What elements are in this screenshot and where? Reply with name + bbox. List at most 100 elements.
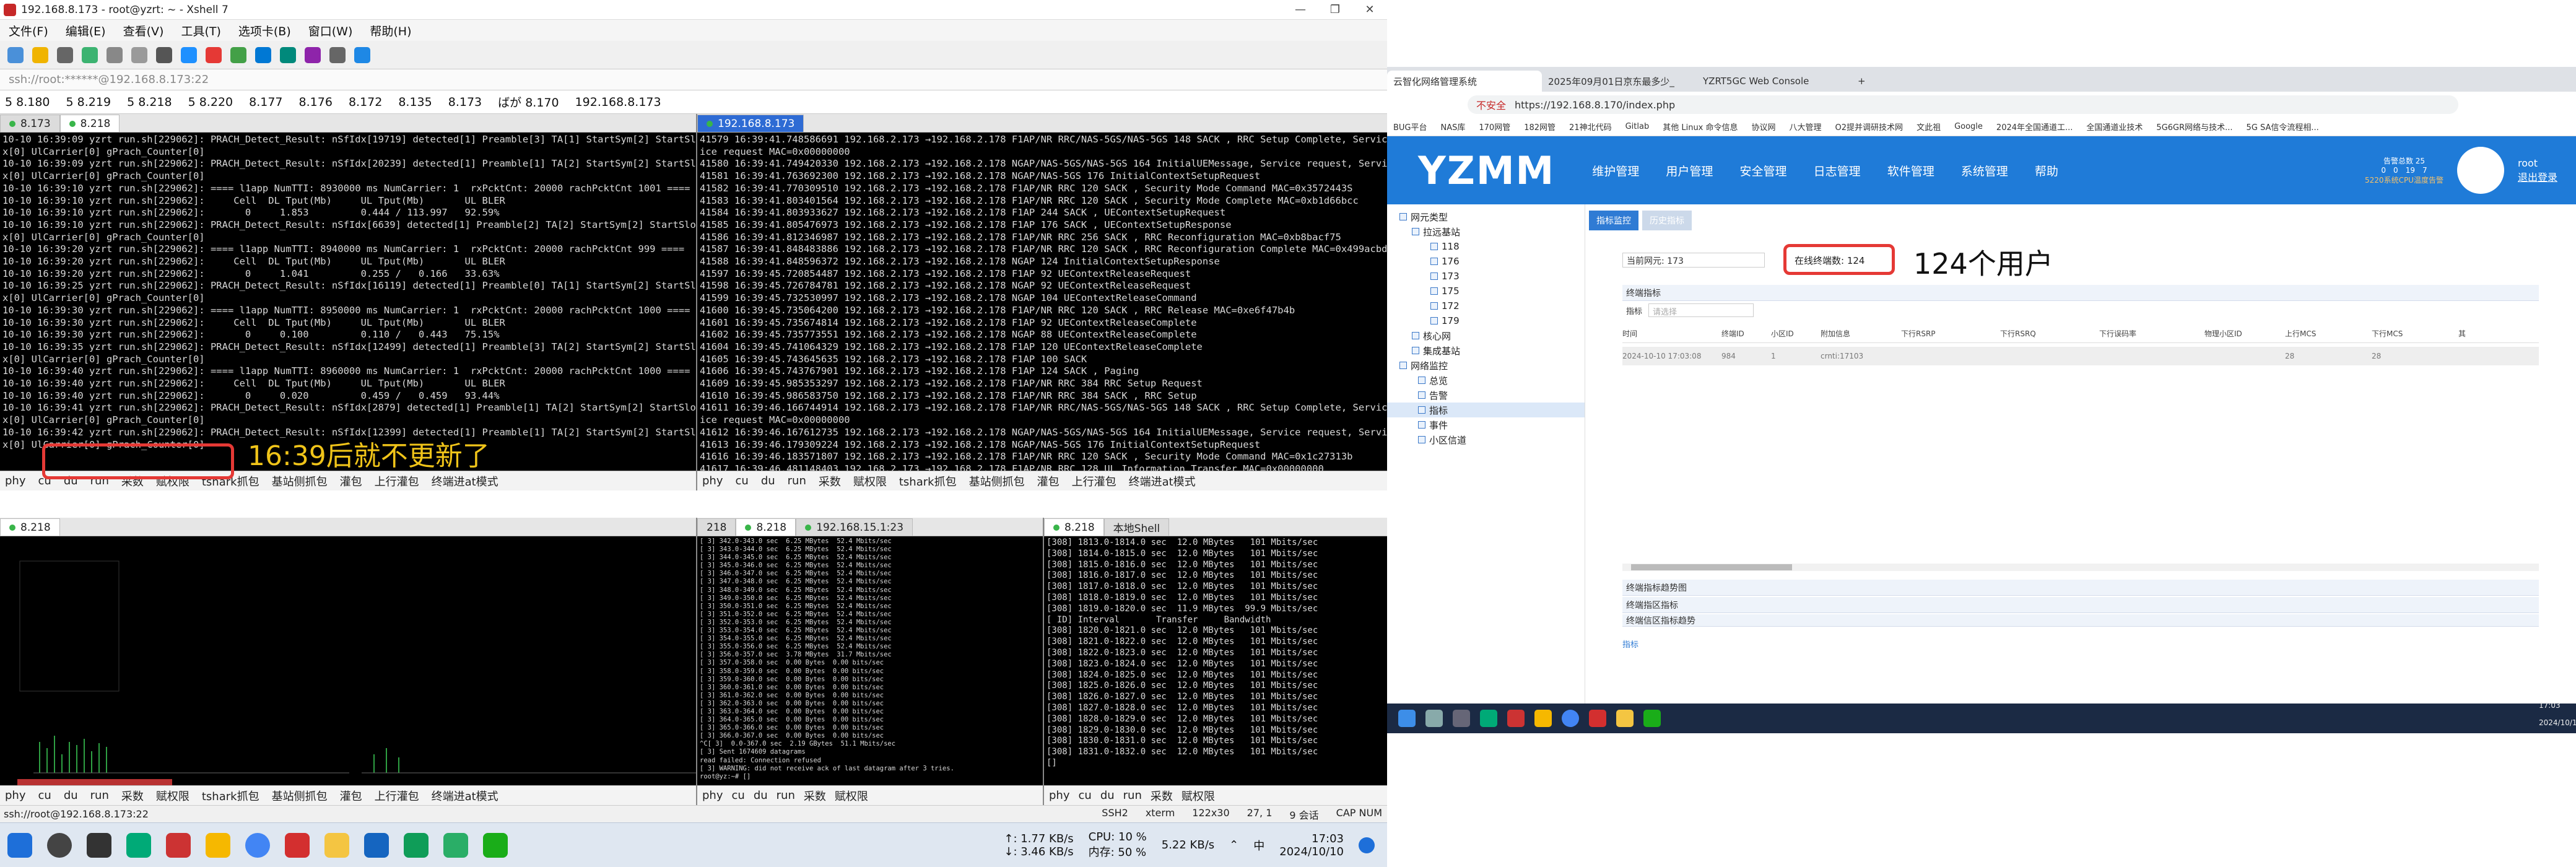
cmd-button[interactable]: 基站侧抓包 bbox=[272, 473, 328, 489]
insecure-warning[interactable]: 不安全 bbox=[1476, 97, 1506, 112]
tab-metric-monitor[interactable]: 指标监控 bbox=[1589, 211, 1638, 230]
tree-node[interactable]: 总览 bbox=[1387, 373, 1585, 388]
tree-node[interactable]: 176 bbox=[1387, 254, 1585, 269]
bookmark[interactable]: O2提并调研技术网 bbox=[1835, 121, 1904, 133]
menu-help[interactable]: 帮助(H) bbox=[361, 22, 420, 39]
copy-icon[interactable] bbox=[107, 46, 123, 63]
bookmark[interactable]: 170网管 bbox=[1479, 121, 1510, 133]
terminal-iperf-client[interactable]: [ 3] 342.0-343.0 sec 6.25 MBytes 52.4 Mb… bbox=[697, 536, 1043, 785]
column-header[interactable]: 下行误码率 bbox=[2099, 328, 2204, 339]
cmd-button[interactable]: 上行灌包 bbox=[1072, 473, 1116, 489]
menu-tabs[interactable]: 选项卡(B) bbox=[230, 22, 300, 39]
terminal-icon[interactable] bbox=[1453, 710, 1470, 727]
nav-logs[interactable]: 日志管理 bbox=[1814, 165, 1861, 178]
windows-start-icon[interactable] bbox=[7, 832, 32, 858]
tree-node[interactable]: 事件 bbox=[1387, 417, 1585, 432]
tab-session-8218[interactable]: 8.218 bbox=[59, 115, 120, 132]
edge-icon[interactable] bbox=[126, 832, 151, 858]
tree-node[interactable]: 175 bbox=[1387, 284, 1585, 298]
print-icon[interactable] bbox=[156, 46, 172, 63]
quick-session[interactable]: 8.177 bbox=[249, 95, 282, 109]
cmd-button[interactable]: 基站侧抓包 bbox=[969, 473, 1025, 489]
nav-users[interactable]: 用户管理 bbox=[1666, 165, 1713, 178]
nav-security[interactable]: 安全管理 bbox=[1739, 165, 1786, 178]
clock-date[interactable]: 2024/10/10 bbox=[1279, 845, 1344, 858]
cmd-button[interactable]: 赋权限 bbox=[835, 788, 868, 804]
cmd-button[interactable]: du bbox=[1100, 789, 1115, 802]
browser-tab[interactable]: 云智化网络管理系统 bbox=[1387, 71, 1542, 92]
new-tab-icon[interactable]: + bbox=[1852, 71, 1876, 92]
cmd-button[interactable]: 终端进at模式 bbox=[432, 473, 498, 489]
cmd-button[interactable]: du bbox=[64, 789, 78, 802]
cmd-button[interactable]: 采数 bbox=[819, 473, 841, 489]
column-header[interactable]: 小区ID bbox=[1771, 328, 1821, 339]
quick-session[interactable]: 5 8.219 bbox=[66, 95, 111, 109]
quick-session[interactable]: 192.168.8.173 bbox=[575, 95, 661, 109]
tree-node-selected[interactable]: 指标 bbox=[1387, 403, 1585, 417]
cmd-button[interactable]: 采数 bbox=[804, 788, 826, 804]
layout-icon[interactable] bbox=[329, 46, 346, 63]
ue-editor-icon[interactable] bbox=[206, 832, 230, 858]
cmd-button[interactable]: 上行灌包 bbox=[375, 473, 419, 489]
tree-node[interactable]: 179 bbox=[1387, 313, 1585, 328]
nav-system[interactable]: 系统管理 bbox=[1961, 165, 2008, 178]
cmd-button[interactable]: 赋权限 bbox=[1181, 788, 1215, 804]
column-header[interactable]: 终端ID bbox=[1721, 328, 1771, 339]
cmd-button[interactable]: phy bbox=[702, 474, 723, 487]
folder-icon[interactable] bbox=[1616, 710, 1634, 727]
column-header[interactable]: 下行RSRP bbox=[1901, 328, 2000, 339]
edge-icon[interactable] bbox=[1480, 710, 1497, 727]
minimize-icon[interactable]: — bbox=[1283, 3, 1318, 16]
cmd-button[interactable]: 灌包 bbox=[340, 788, 362, 804]
cmd-button[interactable]: phy bbox=[5, 474, 26, 487]
cmd-button[interactable]: 基站侧抓包 bbox=[272, 788, 328, 804]
tree-node[interactable]: 173 bbox=[1387, 269, 1585, 284]
bookmark[interactable]: 协议网 bbox=[1752, 121, 1776, 133]
notes-icon[interactable] bbox=[364, 832, 389, 858]
tree-node[interactable]: 网元类型 bbox=[1387, 209, 1585, 224]
url-bar[interactable]: 不安全 https://192.168.8.170/index.php bbox=[1468, 95, 2458, 114]
chrome-icon[interactable] bbox=[1562, 710, 1579, 727]
cmd-button[interactable]: run bbox=[788, 474, 806, 487]
terminal-output-left[interactable]: 10-10 16:39:09 yzrt run.sh[229062]: PRAC… bbox=[0, 133, 696, 471]
bookmark[interactable]: Gitlab bbox=[1625, 122, 1650, 131]
tree-node[interactable]: 告警 bbox=[1387, 388, 1585, 403]
ne-selector[interactable]: 当前网元: 173 bbox=[1622, 253, 1765, 268]
restore-icon[interactable]: ❐ bbox=[1318, 3, 1352, 16]
tab-session-218[interactable]: 218 bbox=[697, 518, 736, 536]
xshell-address-bar[interactable]: ssh://root:******@192.168.8.173:22 bbox=[0, 69, 1387, 90]
tab-local-shell[interactable]: 本地Shell bbox=[1103, 518, 1170, 536]
chevron-up-icon[interactable]: ⌃ bbox=[1229, 839, 1238, 852]
tab-session-15-1[interactable]: 192.168.15.1:23 bbox=[796, 518, 913, 536]
cmd-button[interactable]: phy bbox=[702, 789, 723, 802]
cmd-button[interactable]: tshark抓包 bbox=[899, 473, 957, 489]
tree-node[interactable]: 172 bbox=[1387, 298, 1585, 313]
bookmark[interactable]: 全国通道业技术 bbox=[2086, 121, 2143, 133]
browser-icon[interactable] bbox=[404, 832, 429, 858]
tab-session-8218[interactable]: 8.218 bbox=[0, 518, 60, 536]
column-header[interactable]: 下行MCS bbox=[2372, 328, 2458, 339]
column-header[interactable]: 物理小区ID bbox=[2204, 328, 2285, 339]
nav-help[interactable]: 帮助 bbox=[2035, 165, 2058, 178]
bookmark[interactable]: 八大管理 bbox=[1790, 121, 1822, 133]
cmd-button[interactable]: cu bbox=[38, 789, 51, 802]
cmd-button[interactable]: 赋权限 bbox=[156, 788, 189, 804]
bookmark[interactable]: NAS库 bbox=[1441, 121, 1466, 133]
filezilla-icon[interactable] bbox=[1589, 710, 1606, 727]
cmd-button[interactable]: 赋权限 bbox=[853, 473, 887, 489]
section-terminal-metrics[interactable]: 终端指标 bbox=[1622, 285, 2539, 301]
cmd-button[interactable]: cu bbox=[1079, 789, 1092, 802]
tree-node[interactable]: 拉远基站 bbox=[1387, 224, 1585, 239]
search-icon[interactable] bbox=[1425, 710, 1443, 727]
quick-session[interactable]: 8.172 bbox=[349, 95, 382, 109]
quick-session[interactable]: 5 8.218 bbox=[127, 95, 172, 109]
cmd-button[interactable]: cu bbox=[732, 789, 745, 802]
ue-editor-icon[interactable] bbox=[1534, 710, 1552, 727]
cmd-button[interactable]: 灌包 bbox=[340, 473, 362, 489]
tree-node[interactable]: 118 bbox=[1387, 239, 1585, 254]
cmd-button[interactable]: tshark抓包 bbox=[202, 788, 259, 804]
cmd-button[interactable]: 终端进at模式 bbox=[1129, 473, 1196, 489]
menu-file[interactable]: 文件(F) bbox=[0, 22, 57, 39]
menu-tools[interactable]: 工具(T) bbox=[172, 22, 229, 39]
help-icon[interactable] bbox=[354, 46, 370, 63]
